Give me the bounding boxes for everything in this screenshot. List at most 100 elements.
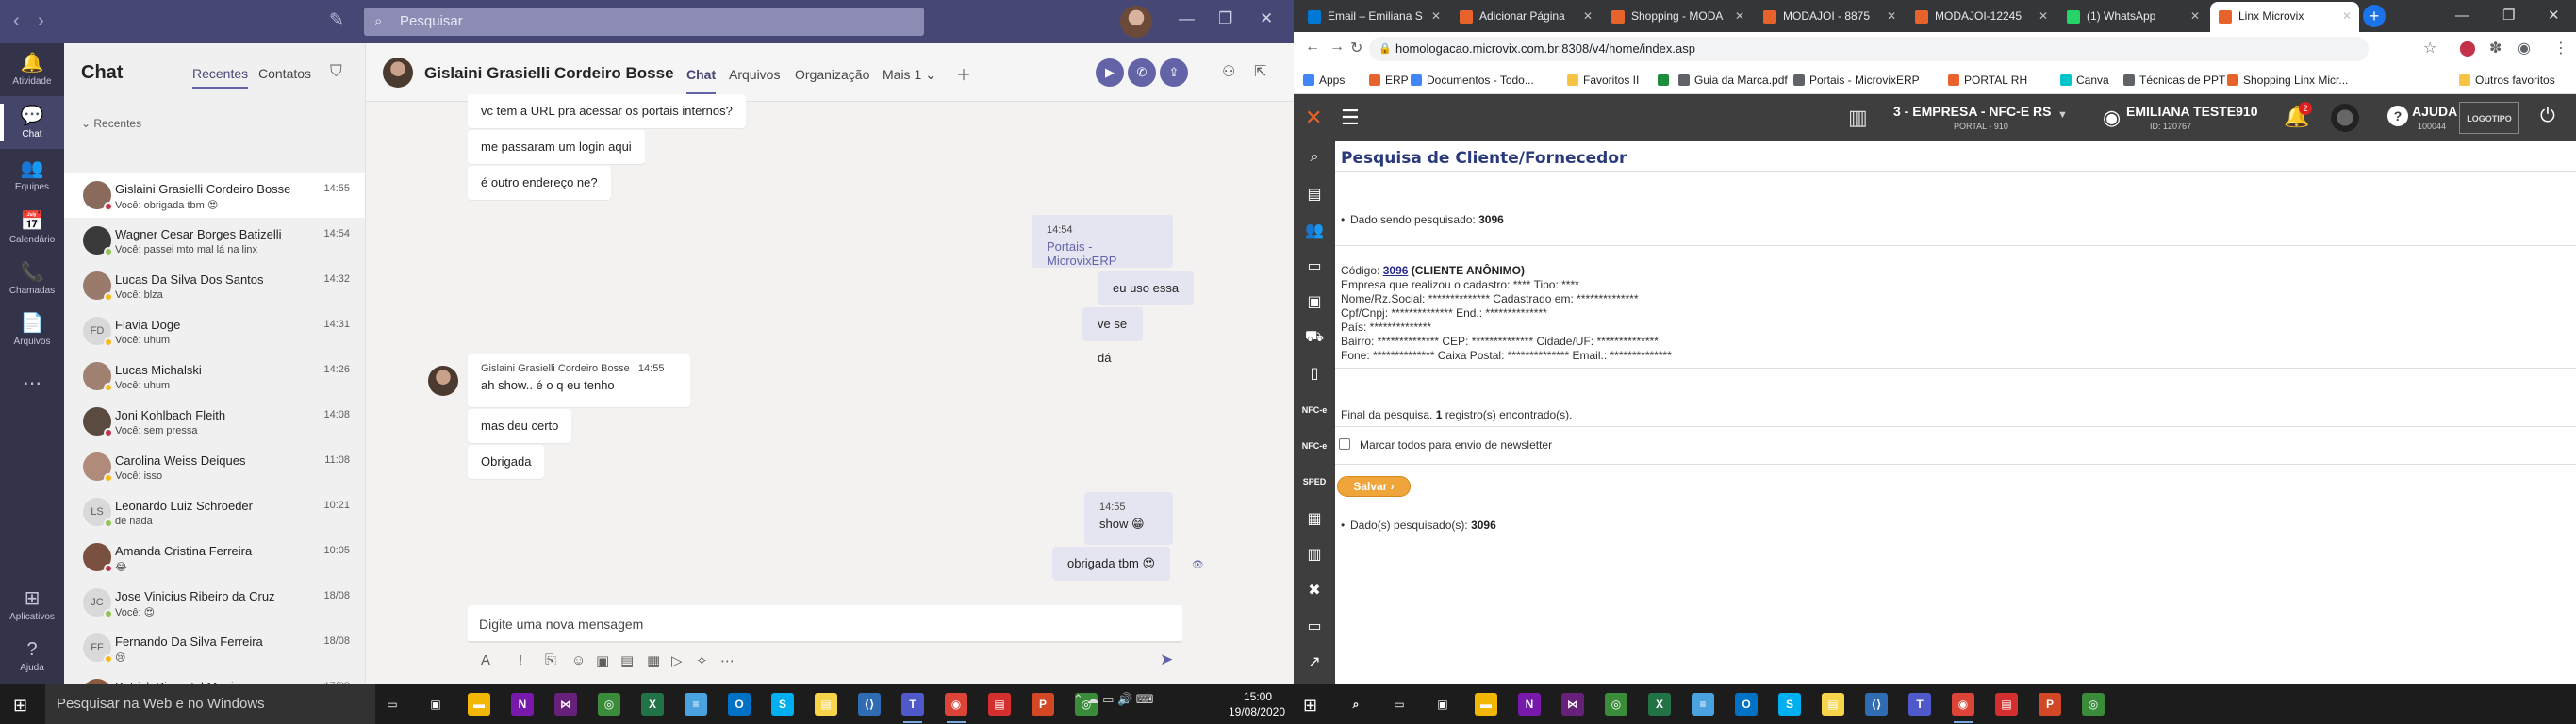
nfce2-menu[interactable]: NFC-e: [1294, 441, 1335, 451]
close-tab-icon[interactable]: ✕: [1431, 2, 1441, 30]
chat-list-item[interactable]: Patrick Pimentel MunizVocê: mas mesmo as…: [64, 670, 365, 684]
company-name[interactable]: 3 - EMPRESA - NFC-E RS: [1893, 104, 2052, 119]
save-button[interactable]: Salvar ›: [1337, 476, 1411, 497]
browser-tab[interactable]: Adicionar Página ✕: [1451, 2, 1600, 32]
search-icon[interactable]: ⌕: [1294, 149, 1335, 166]
address-bar[interactable]: 🔒 homologacao.microvix.com.br:8308/v4/ho…: [1369, 37, 2369, 61]
chat-list-item[interactable]: Lucas Da Silva Dos Santos Você: blza 14:32: [64, 263, 365, 308]
chat-list-item[interactable]: Lucas Michalski Você: uhum 14:26: [64, 354, 365, 399]
emoji-icon[interactable]: ☺: [571, 652, 586, 668]
recent-section-header[interactable]: ⌄ Recentes: [81, 117, 141, 130]
windows-start-icon[interactable]: ⊞: [13, 696, 27, 716]
rail-item-chat[interactable]: 💬 Chat: [0, 96, 64, 149]
new-tab-button[interactable]: +: [2363, 5, 2386, 27]
visual-studio-icon[interactable]: ⋈: [554, 693, 577, 716]
menu-icon[interactable]: ⋮: [2553, 39, 2568, 58]
windows-start-icon[interactable]: ⊞: [1303, 696, 1317, 716]
book-icon[interactable]: ▤: [1294, 185, 1335, 204]
minimize-icon[interactable]: —: [1179, 9, 1195, 28]
pdf-icon[interactable]: ▤: [1995, 693, 2018, 716]
help-label[interactable]: AJUDA: [2412, 104, 2457, 119]
message-bubble-in[interactable]: me passaram um login aqui: [468, 130, 645, 164]
maximize-icon[interactable]: ❐: [2502, 7, 2515, 24]
sticker-icon[interactable]: ▤: [620, 652, 634, 669]
rail-item-atividade[interactable]: 🔔 Atividade: [0, 43, 64, 96]
attach-icon[interactable]: ⎘: [545, 652, 556, 668]
profile-avatar[interactable]: [1120, 6, 1152, 38]
filter-icon[interactable]: ⛉: [330, 62, 342, 81]
clock-time[interactable]: 15:00: [1233, 690, 1282, 703]
bookmark-item[interactable]: Guia da Marca.pdf: [1678, 74, 1788, 87]
onenote-icon[interactable]: N: [511, 693, 534, 716]
bookmark-item[interactable]: Técnicas de PPT: [2123, 74, 2225, 87]
search-icon[interactable]: ⌕: [1345, 693, 1367, 716]
reload-icon[interactable]: ↻: [1350, 39, 1362, 58]
message-bubble-in[interactable]: vc tem a URL pra acessar os portais inte…: [468, 94, 746, 128]
format-icon[interactable]: A: [481, 652, 490, 668]
teams-search-input[interactable]: ⌕ Pesquisar: [364, 8, 924, 36]
task-view-icon[interactable]: ▭: [1388, 693, 1411, 716]
popout-icon[interactable]: ⇱: [1254, 62, 1266, 81]
rail-item-equipes[interactable]: 👥 Equipes: [0, 149, 64, 202]
browser-tab[interactable]: MODAJOI - 8875 ✕: [1755, 2, 1904, 32]
chat-list-item[interactable]: Joni Kohlbach Fleith Você: sem pressa 14:0…: [64, 399, 365, 444]
rail-item-ajuda[interactable]: ? Ajuda: [0, 632, 64, 684]
more-options-icon[interactable]: ⋯: [720, 652, 735, 669]
teams-icon[interactable]: T: [1908, 693, 1931, 716]
tab-organization[interactable]: Organização: [795, 67, 869, 82]
close-icon[interactable]: ✕: [1260, 9, 1273, 28]
tab-more[interactable]: Mais 1 ⌄: [883, 67, 936, 83]
system-tray[interactable]: ⌃ ☁ ▭ 🔊 ⌨: [1073, 692, 1154, 707]
close-tab-icon[interactable]: ✕: [2342, 2, 2352, 30]
browser-tab[interactable]: Email – Emiliana S ✕: [1299, 2, 1448, 32]
contact-avatar[interactable]: [383, 58, 413, 88]
chat-list-item[interactable]: Gislaini Grasielli Cordeiro Bosse Você: o…: [64, 173, 365, 218]
notepad-icon[interactable]: ≡: [1692, 693, 1714, 716]
forward-icon[interactable]: ›: [38, 10, 44, 32]
message-bubble-in[interactable]: Obrigada: [468, 445, 545, 479]
back-icon[interactable]: ‹: [13, 10, 20, 32]
tab-contacts[interactable]: Contatos: [258, 66, 311, 81]
browser-tab[interactable]: Shopping - MODA ✕: [1603, 2, 1752, 32]
nfce-menu[interactable]: NFC-e: [1294, 405, 1335, 415]
bookmark-item[interactable]: Canva: [2060, 74, 2109, 87]
bookmark-item[interactable]: Outros favoritos: [2459, 74, 2555, 87]
powerpoint-icon[interactable]: P: [2039, 693, 2061, 716]
message-bubble-in[interactable]: Gislaini Grasielli Cordeiro Bosse 14:55 …: [468, 354, 690, 407]
rail-item-arquivos[interactable]: 📄 Arquivos: [0, 304, 64, 356]
video-call-icon[interactable]: ▶: [1096, 58, 1124, 87]
notepad-icon[interactable]: ≡: [685, 693, 707, 716]
close-tab-icon[interactable]: ✕: [1583, 2, 1593, 30]
browser-tab[interactable]: Linx Microvix ✕: [2210, 2, 2359, 32]
chrome-dev-icon[interactable]: ◎: [598, 693, 620, 716]
skype-icon[interactable]: S: [1778, 693, 1801, 716]
clipboard-icon[interactable]: ▦: [1294, 509, 1335, 528]
message-text[interactable]: Portais - MicrovixERP: [1047, 239, 1158, 268]
bookmark-item[interactable]: PORTAL RH: [1948, 74, 2027, 87]
maximize-icon[interactable]: ❐: [1218, 9, 1232, 28]
close-tab-icon[interactable]: ✕: [1735, 2, 1744, 30]
rail-item-chamadas[interactable]: 📞 Chamadas: [0, 253, 64, 305]
user-photo[interactable]: [2331, 104, 2359, 132]
bookmark-item[interactable]: Favoritos II: [1567, 74, 1639, 87]
skype-icon[interactable]: S: [771, 693, 794, 716]
minimize-icon[interactable]: —: [2455, 8, 2469, 24]
money-icon[interactable]: ▣: [1294, 292, 1335, 311]
chart-icon[interactable]: ▥: [1294, 545, 1335, 564]
document-icon[interactable]: ▯: [1294, 364, 1335, 383]
linx-logo[interactable]: ✕: [1305, 106, 1322, 130]
browser-tab[interactable]: (1) WhatsApp ✕: [2058, 2, 2207, 32]
sticky-notes-icon[interactable]: ▤: [1822, 693, 1844, 716]
bookmark-item[interactable]: Portais - MicrovixERP: [1793, 74, 1920, 87]
back-icon[interactable]: ←: [1305, 39, 1320, 56]
file-explorer-icon[interactable]: ▬: [468, 693, 490, 716]
teams-icon[interactable]: T: [901, 693, 924, 723]
vscode-icon[interactable]: ⟨⟩: [858, 693, 881, 716]
outlook-icon[interactable]: O: [1735, 693, 1758, 716]
extensions-icon[interactable]: ✽: [2489, 39, 2502, 58]
share-screen-icon[interactable]: ⇪: [1160, 58, 1188, 87]
chrome-icon[interactable]: ◉: [945, 693, 967, 723]
taskbar-search-input[interactable]: Pesquisar na Web e no Windows: [45, 684, 375, 724]
browser-tab[interactable]: MODAJOI-12245 ✕: [1907, 2, 2056, 32]
tools-icon[interactable]: ✖: [1294, 581, 1335, 600]
